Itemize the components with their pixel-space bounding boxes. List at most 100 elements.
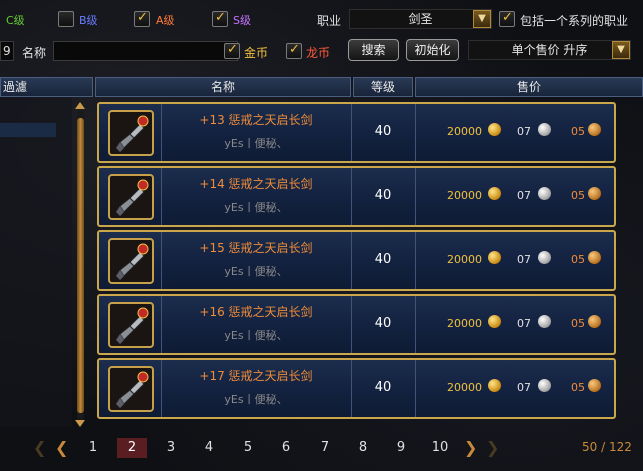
page-9[interactable]: 9 [386,438,416,458]
bronze-coin-icon [588,187,601,200]
page-10[interactable]: 10 [425,438,455,458]
price-gold: 20000 [447,317,482,330]
bronze-coin-icon [588,379,601,392]
item-level: 40 [374,124,392,139]
first-page-icon[interactable]: ❮ [33,438,46,458]
bronze-coin-icon [588,123,601,136]
price-silver: 07 [517,317,531,330]
grade-s-checkbox[interactable] [212,10,228,27]
sword-icon[interactable] [108,366,154,412]
table-row[interactable]: +13 惩戒之天启长剑 yEs丨便秘、 40 20000 07 05 [97,102,616,163]
chevron-down-icon[interactable]: ▼ [473,10,491,28]
column-header-level[interactable]: 等级 [353,77,413,97]
prev-page-icon[interactable]: ❮ [55,438,68,458]
page-7[interactable]: 7 [310,438,340,458]
chevron-down-icon[interactable]: ▼ [612,41,630,59]
sword-icon[interactable] [108,174,154,220]
page-6[interactable]: 6 [271,438,301,458]
sword-icon[interactable] [108,110,154,156]
gold-coin-icon [488,123,501,136]
page-1[interactable]: 1 [78,438,108,458]
next-page-icon[interactable]: ❯ [464,438,477,458]
column-header-name[interactable]: 名称 [95,77,351,97]
grade-b-label: B级 [79,14,98,27]
grade-b-checkbox[interactable] [58,11,74,27]
grade-a-label: A级 [156,14,175,27]
grade-c-label: C级 [6,14,25,27]
name-label: 名称 [22,46,47,60]
price-silver: 07 [517,125,531,138]
price-silver: 07 [517,381,531,394]
dragon-currency-label: 龙币 [306,46,331,60]
item-name: +15 惩戒之天启长剑 [199,241,313,255]
table-row[interactable]: +15 惩戒之天启长剑 yEs丨便秘、 40 20000 07 05 [97,230,616,291]
search-filter-row: 9 名称 金币 龙币 搜索 初始化 单个售价 升序 ▼ [0,37,643,65]
gold-coin-icon [488,315,501,328]
seller-name: yEs丨便秘、 [224,393,288,406]
price-silver: 07 [517,189,531,202]
filter-panel-header: 過濾 [0,77,93,97]
price-gold: 20000 [447,381,482,394]
item-name: +17 惩戒之天启长剑 [199,369,313,383]
price-bronze: 05 [571,317,585,330]
bronze-coin-icon [588,251,601,264]
level-input-value: 9 [3,44,11,58]
grade-s-label: S级 [233,14,251,27]
reset-button[interactable]: 初始化 [406,39,459,61]
table-row[interactable]: +16 惩戒之天启长剑 yEs丨便秘、 40 20000 07 05 [97,294,616,355]
price-silver: 07 [517,253,531,266]
page-8[interactable]: 8 [348,438,378,458]
page-count: 50 / 122 [582,440,632,454]
item-name: +16 惩戒之天启长剑 [199,305,313,319]
gold-currency-label: 金币 [244,46,269,60]
price-bronze: 05 [571,125,585,138]
search-button[interactable]: 搜索 [348,39,399,61]
table-row[interactable]: +14 惩戒之天启长剑 yEs丨便秘、 40 20000 07 05 [97,166,616,227]
gold-coin-icon [488,379,501,392]
silver-coin-icon [538,123,551,136]
grade-a-checkbox[interactable] [134,10,150,27]
last-page-icon[interactable]: ❯ [486,438,499,458]
page-3[interactable]: 3 [156,438,186,458]
item-level: 40 [374,252,392,267]
item-name: +14 惩戒之天启长剑 [199,177,313,191]
grade-filter-row: C级 B级 A级 S级 职业 剑圣 ▼ 包括一个系列的职业 [0,5,643,33]
scroll-up-arrow-icon[interactable] [75,102,85,109]
seller-name: yEs丨便秘、 [224,201,288,214]
page-4[interactable]: 4 [194,438,224,458]
include-series-checkbox[interactable] [499,10,515,27]
bronze-coin-icon [588,315,601,328]
level-input[interactable]: 9 [0,41,14,61]
job-dropdown[interactable]: 剑圣 ▼ [349,9,492,29]
dragon-currency-checkbox[interactable] [286,42,302,59]
job-value: 剑圣 [408,12,433,26]
page-5[interactable]: 5 [233,438,263,458]
name-search-input[interactable] [53,41,238,61]
page-2-current[interactable]: 2 [117,438,147,458]
gold-currency-checkbox[interactable] [224,42,240,59]
sword-icon[interactable] [108,238,154,284]
job-label: 职业 [317,14,342,28]
price-bronze: 05 [571,253,585,266]
sort-value: 单个售价 升序 [511,43,588,57]
price-gold: 20000 [447,189,482,202]
filter-panel-selected-item[interactable] [0,123,56,137]
seller-name: yEs丨便秘、 [224,329,288,342]
auction-window: C级 B级 A级 S级 职业 剑圣 ▼ 包括一个系列的职业 9 名称 金币 龙币… [0,0,643,471]
price-bronze: 05 [571,381,585,394]
scrollbar-thumb[interactable] [77,118,84,413]
price-gold: 20000 [447,253,482,266]
sort-dropdown[interactable]: 单个售价 升序 ▼ [468,40,631,60]
seller-name: yEs丨便秘、 [224,137,288,150]
silver-coin-icon [538,379,551,392]
item-level: 40 [374,316,392,331]
scroll-down-arrow-icon[interactable] [75,420,85,427]
column-header-price[interactable]: 售价 [415,77,643,97]
price-bronze: 05 [571,189,585,202]
item-name: +13 惩戒之天启长剑 [199,113,313,127]
item-level: 40 [374,188,392,203]
sword-icon[interactable] [108,302,154,348]
table-row[interactable]: +17 惩戒之天启长剑 yEs丨便秘、 40 20000 07 05 [97,358,616,419]
include-series-label: 包括一个系列的职业 [520,14,629,28]
filter-panel [0,97,72,427]
